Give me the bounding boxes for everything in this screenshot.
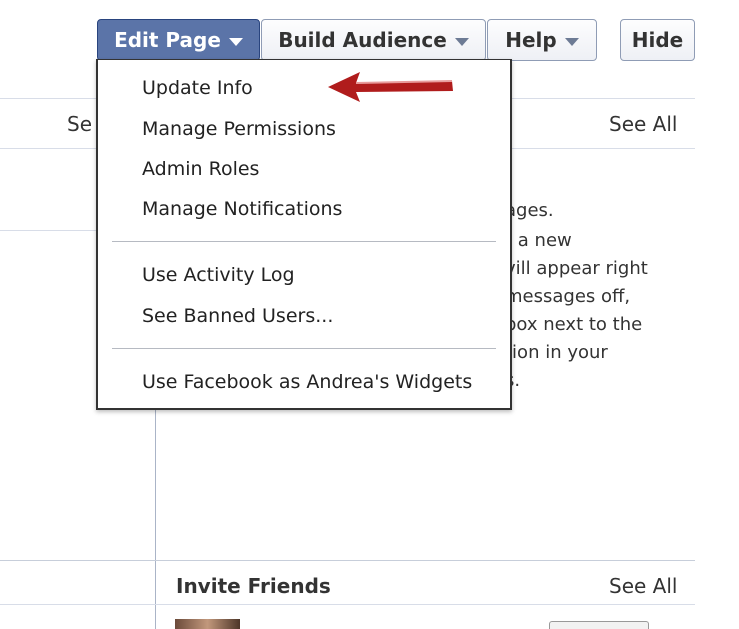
panel-divider — [0, 230, 97, 231]
messages-line: box next to the — [505, 314, 643, 335]
menu-separator — [112, 241, 496, 242]
page-root: Edit Page Build Audience Help Hide Se Se… — [0, 0, 739, 629]
column-divider — [155, 405, 156, 629]
menu-item-update-info[interactable]: Update Info — [142, 77, 253, 99]
see-all-link-partial[interactable]: Se — [67, 112, 92, 136]
edit-page-dropdown-menu: Update Info Manage Permissions Admin Rol… — [96, 59, 512, 410]
invite-friends-title: Invite Friends — [176, 574, 331, 598]
help-button[interactable]: Help — [487, 19, 597, 61]
panel-divider — [0, 560, 695, 561]
red-arrow-icon — [328, 72, 453, 102]
invite-see-all-link[interactable]: See All — [609, 574, 677, 598]
hide-button[interactable]: Hide — [620, 19, 695, 61]
menu-item-see-banned-users[interactable]: See Banned Users... — [142, 305, 333, 327]
messages-line: messages off, — [505, 286, 631, 307]
friend-avatar — [175, 619, 240, 629]
build-audience-label: Build Audience — [278, 28, 447, 52]
messages-line: tion in your — [505, 342, 608, 363]
chevron-down-icon — [228, 37, 243, 46]
menu-separator — [112, 348, 496, 349]
messages-line: t a new — [505, 230, 572, 251]
menu-item-manage-permissions[interactable]: Manage Permissions — [142, 118, 336, 140]
messages-line: vill appear right — [505, 258, 648, 279]
hide-label: Hide — [631, 28, 684, 52]
edit-page-button[interactable]: Edit Page — [97, 19, 260, 61]
edit-page-label: Edit Page — [114, 28, 221, 52]
menu-item-admin-roles[interactable]: Admin Roles — [142, 158, 259, 180]
menu-item-use-facebook-as[interactable]: Use Facebook as Andrea's Widgets — [142, 371, 472, 393]
messages-panel-text: ages. t a new vill appear right messages… — [505, 197, 648, 395]
help-label: Help — [505, 28, 557, 52]
panel-divider — [0, 604, 695, 605]
see-all-link[interactable]: See All — [609, 112, 677, 136]
chevron-down-icon — [564, 37, 579, 46]
build-audience-button[interactable]: Build Audience — [261, 19, 486, 61]
invite-button[interactable] — [549, 621, 649, 629]
menu-item-manage-notifications[interactable]: Manage Notifications — [142, 198, 342, 220]
chevron-down-icon — [454, 37, 469, 46]
messages-line: s. — [505, 370, 521, 391]
menu-item-use-activity-log[interactable]: Use Activity Log — [142, 264, 295, 286]
messages-line: ages. — [505, 200, 554, 221]
page-admin-toolbar: Edit Page Build Audience Help — [97, 19, 597, 63]
